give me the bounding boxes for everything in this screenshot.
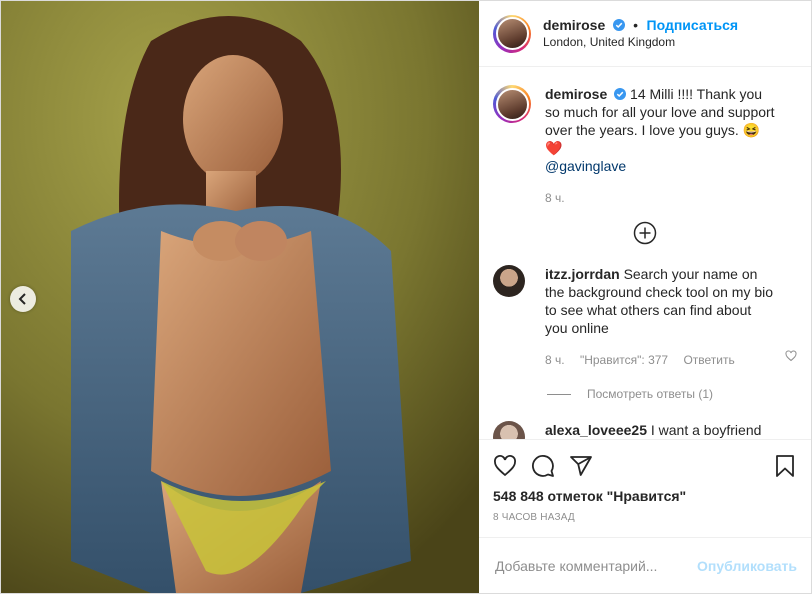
caption-time: 8 ч. [545,191,565,205]
follow-button[interactable]: Подписаться [647,17,739,33]
post-timestamp: 8 часов назад [493,512,575,523]
photo-illustration [1,1,479,593]
publish-button[interactable]: Опубликовать [697,558,797,574]
verified-badge-icon [614,88,627,100]
post-header: demirose • Подписаться London, United Ki… [479,1,811,67]
comment: itzz.jorrdan Search your name on the bac… [493,245,797,369]
share-icon[interactable] [569,454,593,478]
likes-count[interactable]: 548 848 отметок "Нравится" [493,488,797,504]
comment-text: I want a boyfriend [650,422,762,438]
view-replies-button[interactable]: Посмотреть ответы (1) [547,387,797,401]
add-comment-bar: Опубликовать [479,537,811,593]
comment-input[interactable] [493,556,698,575]
commenter-avatar[interactable] [493,421,525,439]
author-avatar[interactable] [493,14,531,53]
post-dialog: demirose • Подписаться London, United Ki… [0,0,812,594]
reply-button[interactable]: Ответить [683,353,734,367]
view-replies-label: Посмотреть ответы (1) [587,387,714,401]
heart-icon[interactable] [493,454,517,478]
like-comment-icon[interactable] [785,350,797,362]
comment-icon[interactable] [531,454,555,478]
comment: alexa_loveee25 I want a boyfriend [493,421,797,439]
caption: demirose 14 Milli !!!! Thank you so much… [493,67,797,207]
caption-avatar[interactable] [493,85,531,123]
comment-username[interactable]: itzz.jorrdan [545,266,620,282]
post-sidebar: demirose • Подписаться London, United Ki… [479,1,811,593]
verified-badge-icon [612,18,625,31]
comment-username[interactable]: alexa_loveee25 [545,422,647,438]
chevron-left-icon [18,293,26,305]
post-photo[interactable] [1,1,479,593]
post-location[interactable]: London, United Kingdom [543,34,738,51]
previous-photo-button[interactable] [10,286,36,312]
load-more [493,221,797,245]
separator-dot: • [633,16,639,33]
caption-mention[interactable]: @gavinglave [545,158,626,174]
author-username[interactable]: demirose [543,17,605,33]
comment-time: 8 ч. [545,353,565,367]
caption-username[interactable]: demirose [545,86,607,102]
replies-divider [547,393,571,395]
comment-likes[interactable]: "Нравится": 377 [580,353,668,367]
post-actions: 548 848 отметок "Нравится" 8 часов назад [479,439,811,523]
commenter-avatar[interactable] [493,265,525,297]
bookmark-icon[interactable] [773,454,797,478]
comments-section[interactable]: demirose 14 Milli !!!! Thank you so much… [479,67,811,439]
load-more-comments-icon[interactable] [633,221,657,245]
